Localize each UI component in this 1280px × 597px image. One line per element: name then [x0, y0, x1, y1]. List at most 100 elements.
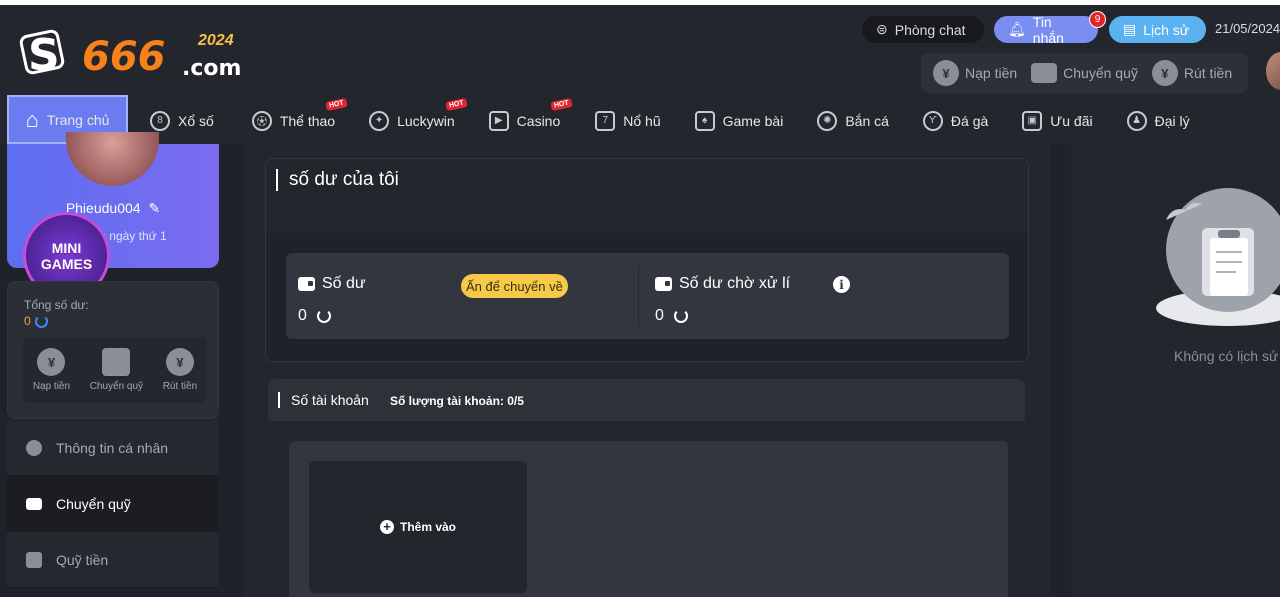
- balance-value: 0: [298, 307, 307, 324]
- side-transfer-label: Chuyển quỹ: [89, 381, 144, 392]
- profile-avatar[interactable]: [66, 132, 159, 186]
- nav-promotions[interactable]: ▣ Ưu đãi: [1022, 97, 1093, 144]
- header-withdraw-label: Rút tiền: [1183, 65, 1233, 81]
- deposit-icon: ¥: [37, 348, 66, 376]
- chat-room-label: Phòng chat: [894, 21, 966, 38]
- nav-fishing[interactable]: ✺ Bắn cá: [817, 97, 889, 144]
- info-icon[interactable]: i: [833, 276, 850, 293]
- nav-promotions-label: Ưu đãi: [1050, 112, 1093, 129]
- mini-games-line1: MINI: [51, 239, 82, 256]
- empty-history-text: Không có lịch sử: [1174, 348, 1279, 364]
- refresh-icon[interactable]: [673, 309, 688, 323]
- total-balance-box: Tổng số dư: 0 ¥ Nạp tiền Chuyển quỹ ¥ Rú…: [7, 281, 219, 419]
- hot-badge: HOT: [445, 97, 468, 112]
- balance-section: Số dư Ấn để chuyển về 0: [286, 253, 646, 339]
- nav-cockfight-label: Đá gà: [950, 112, 989, 129]
- nav-lottery-label: Xổ số: [178, 112, 214, 129]
- nav-agent-label: Đại lý: [1154, 112, 1190, 129]
- side-item-label: Thông tin cá nhân: [56, 439, 169, 456]
- panel-divider: [638, 265, 639, 327]
- side-item-fund[interactable]: Quỹ tiền: [7, 532, 219, 588]
- header-transfer-button[interactable]: Chuyển quỹ: [1031, 63, 1138, 83]
- home-icon: ⌂: [25, 106, 39, 132]
- chat-icon: ⊜: [876, 21, 888, 37]
- side-deposit-label: Nạp tiền: [32, 381, 71, 392]
- nav-casino-label: Casino: [516, 112, 561, 129]
- history-button[interactable]: ▤ Lịch sử: [1109, 16, 1206, 43]
- messages-label: Tin nhắn: [1032, 13, 1064, 46]
- fund-icon: [26, 551, 42, 568]
- card-icon: ♠: [694, 110, 715, 131]
- agent-icon: ♟: [1126, 110, 1147, 131]
- logo-number: 666: [82, 34, 166, 80]
- soccer-ball-icon: ⚽︎: [251, 110, 272, 131]
- pending-value: 0: [655, 307, 664, 324]
- hot-badge: HOT: [550, 97, 573, 112]
- document-icon: ▤: [1123, 21, 1137, 37]
- header-withdraw-button[interactable]: ¥ Rút tiền: [1151, 60, 1233, 86]
- lottery-icon: 8: [150, 110, 170, 131]
- add-account-button[interactable]: + Thêm vào: [309, 461, 527, 593]
- refresh-icon[interactable]: [316, 309, 331, 323]
- logo-year: 2024: [198, 32, 234, 49]
- edit-icon[interactable]: ✎: [148, 200, 160, 216]
- accounts-title: Số tài khoản: [278, 392, 369, 408]
- rooster-icon: ϒ: [922, 110, 943, 131]
- site-logo[interactable]: S 666 2024 .com: [18, 26, 247, 84]
- messages-count-badge: 9: [1089, 11, 1106, 28]
- total-balance-value: 0: [24, 314, 48, 328]
- side-withdraw-label: Rút tiền: [162, 381, 198, 392]
- header-deposit-button[interactable]: ¥ Nạp tiền: [933, 60, 1017, 86]
- wallet-icon: [298, 277, 315, 291]
- my-balance-card: số dư của tôi Số dư Ấn để chuyển về 0 Số…: [265, 158, 1029, 362]
- refresh-icon[interactable]: [34, 314, 48, 328]
- my-balance-title: số dư của tôi: [276, 169, 399, 191]
- balance-actions: ¥ Nạp tiền Chuyển quỹ ¥ Rút tiền: [23, 337, 207, 403]
- header-avatar[interactable]: [1266, 52, 1280, 90]
- wallet-icon: [26, 497, 42, 510]
- balance-panel: Số dư Ấn để chuyển về 0 Số dư chờ xử lí …: [286, 253, 1009, 339]
- side-item-label: Chuyển quỹ: [56, 495, 131, 512]
- side-withdraw-button[interactable]: ¥ Rút tiền: [163, 348, 197, 392]
- header-transfer-label: Chuyển quỹ: [1063, 65, 1138, 81]
- tap-to-transfer-button[interactable]: Ấn để chuyển về: [461, 274, 568, 298]
- chip-icon: ✦: [369, 110, 390, 131]
- nav-cockfight[interactable]: ϒ Đá gà: [922, 97, 989, 144]
- nav-card-games[interactable]: ♠ Game bài: [694, 97, 784, 144]
- side-transfer-button[interactable]: Chuyển quỹ: [90, 348, 143, 392]
- top-header: S 666 2024 .com ⊜ Phòng chat 🔔︎ Tin nhắn…: [0, 0, 1280, 97]
- profile-username: Phieudu004 ✎: [7, 200, 219, 217]
- nav-casino[interactable]: ▶ Casino HOT: [488, 97, 573, 144]
- plus-icon: +: [379, 520, 394, 534]
- side-item-transfer[interactable]: Chuyển quỹ: [7, 476, 219, 532]
- side-deposit-button[interactable]: ¥ Nạp tiền: [33, 348, 70, 392]
- pending-label: Số dư chờ xử lí: [679, 275, 791, 292]
- deposit-icon: ¥: [933, 60, 959, 86]
- nav-sports-label: Thể thao: [279, 112, 336, 129]
- gift-icon: ▣: [1022, 110, 1043, 131]
- nav-card-games-label: Game bài: [722, 112, 784, 129]
- wallet-quick-bar: ¥ Nạp tiền Chuyển quỹ ¥ Rút tiền: [921, 53, 1248, 93]
- side-item-profile-info[interactable]: Thông tin cá nhân: [7, 420, 219, 476]
- nav-slots-label: Nổ hũ: [623, 112, 661, 129]
- hot-badge: HOT: [325, 97, 348, 112]
- nav-luckywin[interactable]: ✦ Luckywin HOT: [369, 97, 468, 144]
- accounts-count-label: Số lượng tài khoản:: [390, 394, 504, 408]
- play-icon: ▶: [488, 110, 509, 131]
- account-side-menu: Thông tin cá nhân Chuyển quỹ Quỹ tiền: [7, 420, 219, 588]
- nav-home-label: Trang chủ: [46, 111, 110, 128]
- nav-agent[interactable]: ♟ Đại lý: [1126, 97, 1190, 144]
- messages-button[interactable]: 🔔︎ Tin nhắn: [994, 13, 1098, 46]
- accounts-count-value: 0/5: [507, 394, 524, 408]
- nav-sports[interactable]: ⚽︎ Thể thao HOT: [251, 97, 348, 144]
- nav-lottery[interactable]: 8 Xổ số: [150, 97, 214, 144]
- chat-room-button[interactable]: ⊜ Phòng chat: [862, 16, 984, 43]
- nav-slots[interactable]: 7 Nổ hũ: [595, 97, 661, 144]
- wallet-icon: [655, 277, 672, 291]
- total-balance-number: 0: [24, 314, 31, 328]
- withdraw-icon: ¥: [1151, 60, 1178, 86]
- logo-domain: .com: [182, 56, 242, 81]
- withdraw-icon: ¥: [165, 348, 194, 376]
- wallet-icon: [102, 348, 131, 376]
- bell-icon: 🔔︎: [1008, 21, 1026, 37]
